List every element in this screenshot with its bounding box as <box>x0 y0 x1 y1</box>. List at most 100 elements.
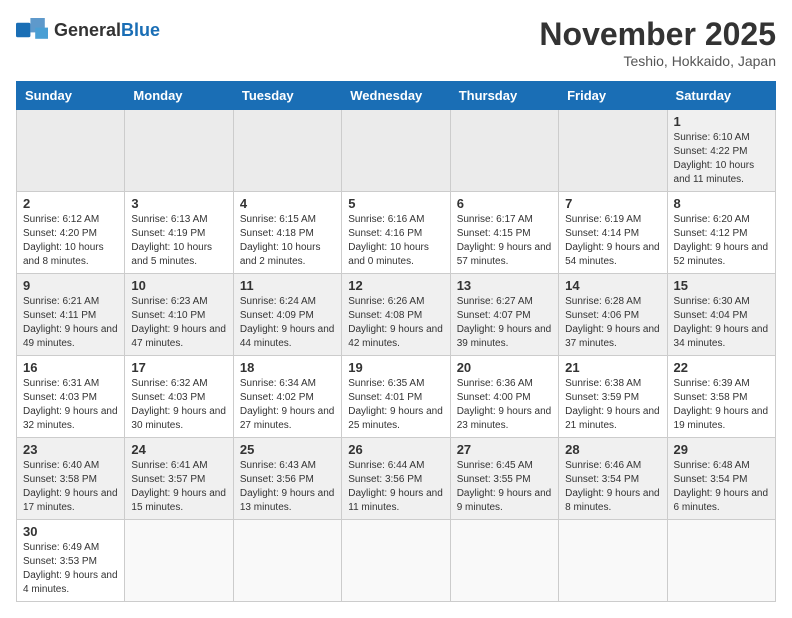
calendar-cell: 27Sunrise: 6:45 AM Sunset: 3:55 PM Dayli… <box>450 438 558 520</box>
calendar-cell: 1Sunrise: 6:10 AM Sunset: 4:22 PM Daylig… <box>667 110 775 192</box>
day-info: Sunrise: 6:27 AM Sunset: 4:07 PM Dayligh… <box>457 295 552 351</box>
day-number: 23 <box>23 442 118 457</box>
calendar-cell: 12 Sunrise: 6:26 AM Sunset: 4:08 PM Dayli… <box>342 274 450 356</box>
day-number: 25 <box>240 442 335 457</box>
day-number: 26 <box>348 442 443 457</box>
calendar-cell: 28 Sunrise: 6:46 AM Sunset: 3:54 PM Dayli… <box>559 438 667 520</box>
day-number: 16 <box>23 360 118 375</box>
calendar-cell: 20 Sunrise: 6:36 AM Sunset: 4:00 PM Dayli… <box>450 356 558 438</box>
calendar-cell <box>342 110 450 192</box>
day-info: Sunrise: 6:38 AM Sunset: 3:59 PM Dayligh… <box>565 377 660 433</box>
calendar-cell <box>125 110 233 192</box>
day-info: Sunrise: 6:41 AM Sunset: 3:57 PM Dayligh… <box>131 459 226 515</box>
day-number: 24 <box>131 442 226 457</box>
weekday-header-thursday: Thursday <box>450 82 558 110</box>
day-info: Sunrise: 6:44 AM Sunset: 3:56 PM Dayligh… <box>348 459 443 515</box>
calendar-week-row: 2 Sunrise: 6:12 AM Sunset: 4:20 PM Daylig… <box>17 192 776 274</box>
day-info: Sunrise: 6:45 AM Sunset: 3:55 PM Dayligh… <box>457 459 552 515</box>
day-info: Sunrise: 6:17 AM Sunset: 4:15 PM Dayligh… <box>457 213 552 269</box>
calendar-cell: 11Sunrise: 6:24 AM Sunset: 4:09 PM Dayli… <box>233 274 341 356</box>
day-info: Sunrise: 6:43 AM Sunset: 3:56 PM Dayligh… <box>240 459 335 515</box>
day-info: Sunrise: 6:20 AM Sunset: 4:12 PM Dayligh… <box>674 213 769 269</box>
day-number: 6 <box>457 196 552 211</box>
calendar-week-row: 9 Sunrise: 6:21 AM Sunset: 4:11 PM Daylig… <box>17 274 776 356</box>
day-number: 29 <box>674 442 769 457</box>
day-info: Sunrise: 6:35 AM Sunset: 4:01 PM Dayligh… <box>348 377 443 433</box>
weekday-header-wednesday: Wednesday <box>342 82 450 110</box>
day-info: Sunrise: 6:12 AM Sunset: 4:20 PM Dayligh… <box>23 213 118 269</box>
calendar-cell: 4 Sunrise: 6:15 AM Sunset: 4:18 PM Daylig… <box>233 192 341 274</box>
day-number: 14 <box>565 278 660 293</box>
calendar-cell: 25 Sunrise: 6:43 AM Sunset: 3:56 PM Dayli… <box>233 438 341 520</box>
day-number: 28 <box>565 442 660 457</box>
day-number: 4 <box>240 196 335 211</box>
title-block: November 2025 Teshio, Hokkaido, Japan <box>539 16 776 69</box>
calendar-cell <box>450 520 558 602</box>
calendar-cell: 22Sunrise: 6:39 AM Sunset: 3:58 PM Dayli… <box>667 356 775 438</box>
day-info: Sunrise: 6:32 AM Sunset: 4:03 PM Dayligh… <box>131 377 226 433</box>
generalblue-logo-icon <box>16 16 48 44</box>
day-number: 7 <box>565 196 660 211</box>
day-number: 9 <box>23 278 118 293</box>
month-title: November 2025 <box>539 16 776 53</box>
day-number: 3 <box>131 196 226 211</box>
calendar-cell <box>559 520 667 602</box>
calendar-cell: 14Sunrise: 6:28 AM Sunset: 4:06 PM Dayli… <box>559 274 667 356</box>
calendar-cell: 3 Sunrise: 6:13 AM Sunset: 4:19 PM Daylig… <box>125 192 233 274</box>
weekday-header-saturday: Saturday <box>667 82 775 110</box>
calendar-cell: 10Sunrise: 6:23 AM Sunset: 4:10 PM Dayli… <box>125 274 233 356</box>
calendar-cell: 26 Sunrise: 6:44 AM Sunset: 3:56 PM Dayli… <box>342 438 450 520</box>
day-number: 17 <box>131 360 226 375</box>
day-number: 15 <box>674 278 769 293</box>
calendar-table: SundayMondayTuesdayWednesdayThursdayFrid… <box>16 81 776 602</box>
calendar-cell: 13 Sunrise: 6:27 AM Sunset: 4:07 PM Dayli… <box>450 274 558 356</box>
day-info: Sunrise: 6:21 AM Sunset: 4:11 PM Dayligh… <box>23 295 118 351</box>
calendar-cell: 24 Sunrise: 6:41 AM Sunset: 3:57 PM Dayli… <box>125 438 233 520</box>
day-number: 19 <box>348 360 443 375</box>
calendar-cell: 9 Sunrise: 6:21 AM Sunset: 4:11 PM Daylig… <box>17 274 125 356</box>
calendar-cell <box>559 110 667 192</box>
day-info: Sunrise: 6:34 AM Sunset: 4:02 PM Dayligh… <box>240 377 335 433</box>
day-info: Sunrise: 6:13 AM Sunset: 4:19 PM Dayligh… <box>131 213 226 269</box>
calendar-cell <box>450 110 558 192</box>
calendar-cell <box>667 520 775 602</box>
day-info: Sunrise: 6:16 AM Sunset: 4:16 PM Dayligh… <box>348 213 443 269</box>
day-number: 5 <box>348 196 443 211</box>
calendar-cell: 6 Sunrise: 6:17 AM Sunset: 4:15 PM Daylig… <box>450 192 558 274</box>
day-info: Sunrise: 6:10 AM Sunset: 4:22 PM Dayligh… <box>674 131 769 187</box>
calendar-cell: 7 Sunrise: 6:19 AM Sunset: 4:14 PM Daylig… <box>559 192 667 274</box>
calendar-cell: 15 Sunrise: 6:30 AM Sunset: 4:04 PM Dayli… <box>667 274 775 356</box>
weekday-header-tuesday: Tuesday <box>233 82 341 110</box>
day-info: Sunrise: 6:19 AM Sunset: 4:14 PM Dayligh… <box>565 213 660 269</box>
day-number: 2 <box>23 196 118 211</box>
calendar-cell: 2 Sunrise: 6:12 AM Sunset: 4:20 PM Daylig… <box>17 192 125 274</box>
calendar-cell: 18Sunrise: 6:34 AM Sunset: 4:02 PM Dayli… <box>233 356 341 438</box>
day-number: 12 <box>348 278 443 293</box>
day-info: Sunrise: 6:26 AM Sunset: 4:08 PM Dayligh… <box>348 295 443 351</box>
calendar-cell: 5 Sunrise: 6:16 AM Sunset: 4:16 PM Daylig… <box>342 192 450 274</box>
calendar-cell: 19 Sunrise: 6:35 AM Sunset: 4:01 PM Dayli… <box>342 356 450 438</box>
day-info: Sunrise: 6:15 AM Sunset: 4:18 PM Dayligh… <box>240 213 335 269</box>
calendar-cell <box>233 110 341 192</box>
day-number: 20 <box>457 360 552 375</box>
weekday-header-sunday: Sunday <box>17 82 125 110</box>
calendar-cell <box>17 110 125 192</box>
day-info: Sunrise: 6:36 AM Sunset: 4:00 PM Dayligh… <box>457 377 552 433</box>
calendar-week-row: 1Sunrise: 6:10 AM Sunset: 4:22 PM Daylig… <box>17 110 776 192</box>
calendar-cell: 30Sunrise: 6:49 AM Sunset: 3:53 PM Dayli… <box>17 520 125 602</box>
calendar-cell: 21Sunrise: 6:38 AM Sunset: 3:59 PM Dayli… <box>559 356 667 438</box>
logo-text: GeneralBlue <box>54 20 160 41</box>
day-info: Sunrise: 6:40 AM Sunset: 3:58 PM Dayligh… <box>23 459 118 515</box>
page-header: GeneralBlue November 2025 Teshio, Hokkai… <box>16 16 776 69</box>
day-info: Sunrise: 6:24 AM Sunset: 4:09 PM Dayligh… <box>240 295 335 351</box>
day-info: Sunrise: 6:46 AM Sunset: 3:54 PM Dayligh… <box>565 459 660 515</box>
day-number: 8 <box>674 196 769 211</box>
day-number: 13 <box>457 278 552 293</box>
calendar-cell: 23 Sunrise: 6:40 AM Sunset: 3:58 PM Dayli… <box>17 438 125 520</box>
calendar-cell: 17 Sunrise: 6:32 AM Sunset: 4:03 PM Dayli… <box>125 356 233 438</box>
calendar-cell: 16Sunrise: 6:31 AM Sunset: 4:03 PM Dayli… <box>17 356 125 438</box>
day-info: Sunrise: 6:48 AM Sunset: 3:54 PM Dayligh… <box>674 459 769 515</box>
day-info: Sunrise: 6:30 AM Sunset: 4:04 PM Dayligh… <box>674 295 769 351</box>
day-number: 30 <box>23 524 118 539</box>
calendar-cell <box>342 520 450 602</box>
